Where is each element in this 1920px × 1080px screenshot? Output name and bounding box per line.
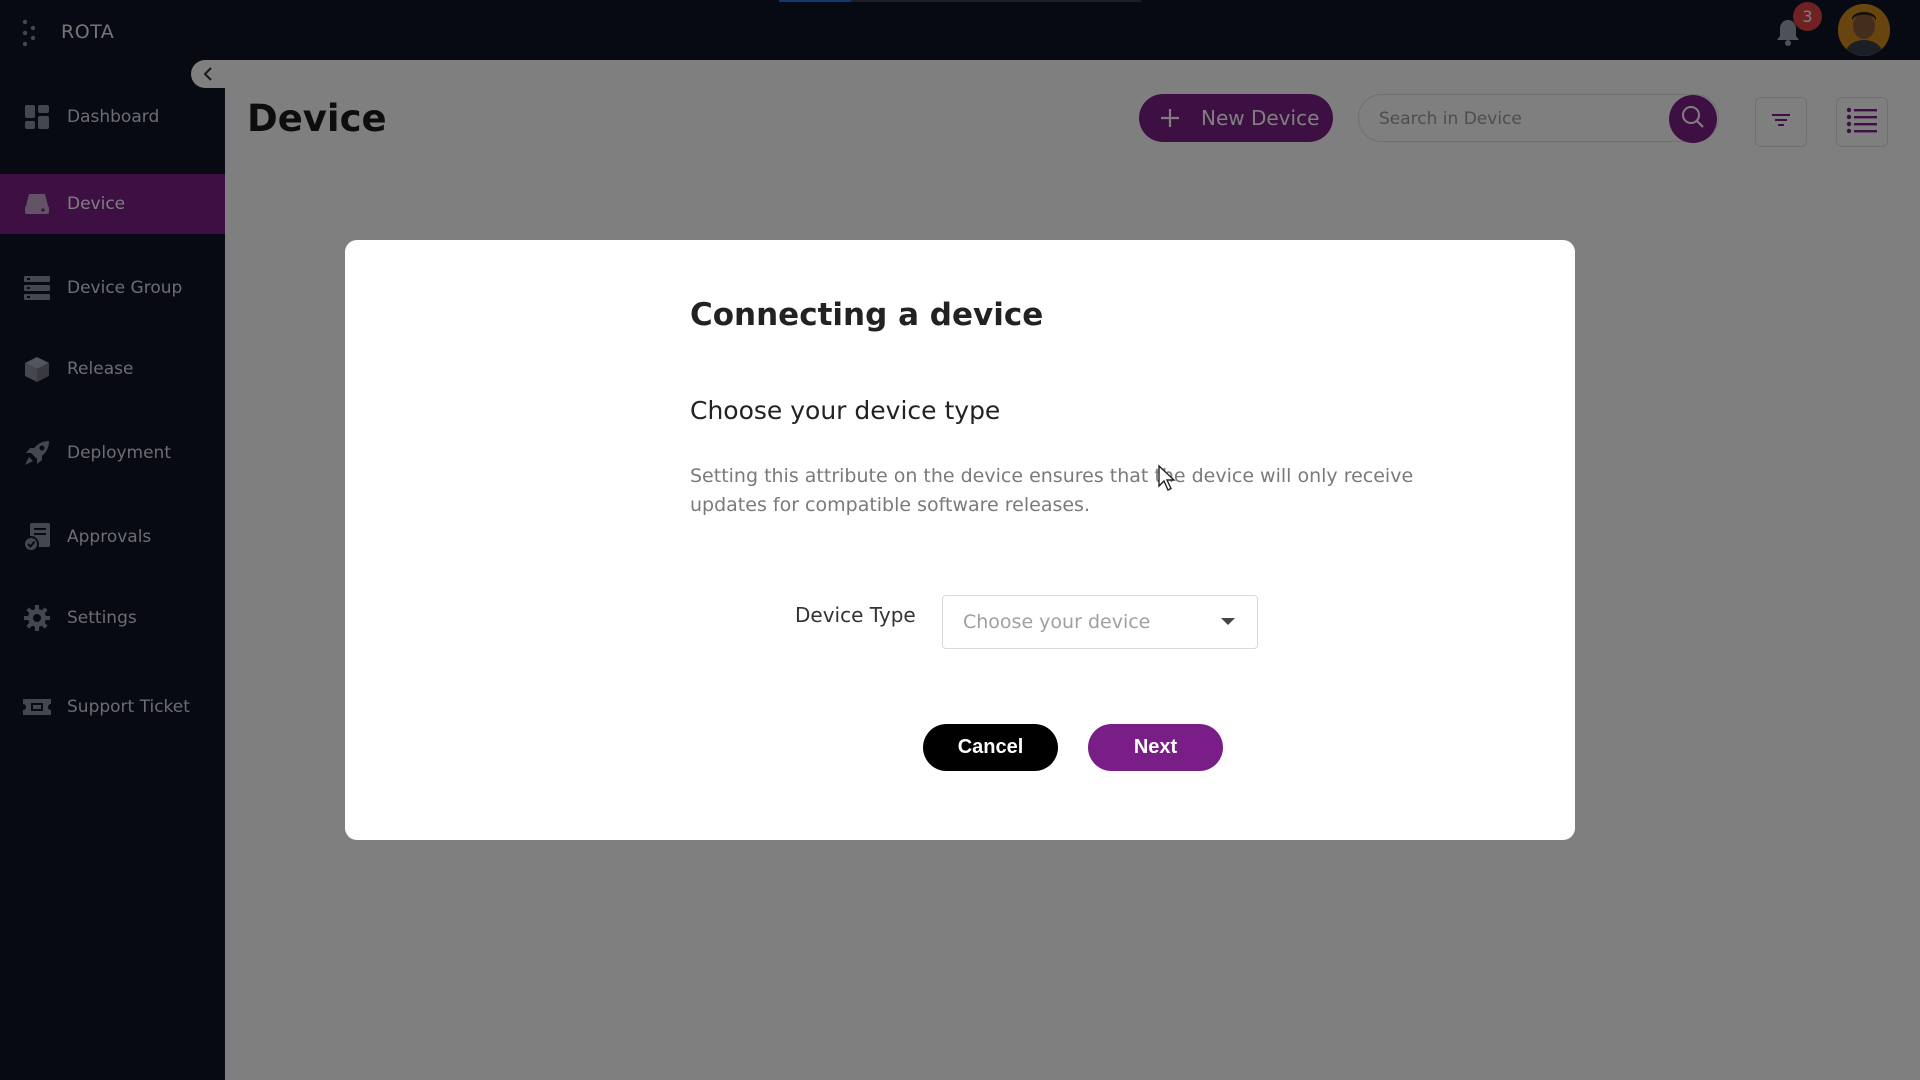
caret-down-icon bbox=[1221, 618, 1235, 625]
connect-device-dialog: Connecting a device Choose your device t… bbox=[345, 240, 1575, 840]
dialog-description: Setting this attribute on the device ens… bbox=[690, 465, 1414, 516]
next-button[interactable]: Next bbox=[1088, 724, 1223, 771]
mouse-cursor-icon bbox=[1157, 464, 1177, 492]
device-type-select[interactable]: Choose your device bbox=[942, 595, 1258, 649]
dialog-title: Connecting a device bbox=[690, 297, 1044, 333]
device-type-placeholder: Choose your device bbox=[963, 611, 1151, 633]
dialog-subtitle: Choose your device type bbox=[690, 396, 1001, 425]
cancel-button[interactable]: Cancel bbox=[923, 724, 1058, 771]
device-type-label: Device Type bbox=[795, 603, 916, 627]
